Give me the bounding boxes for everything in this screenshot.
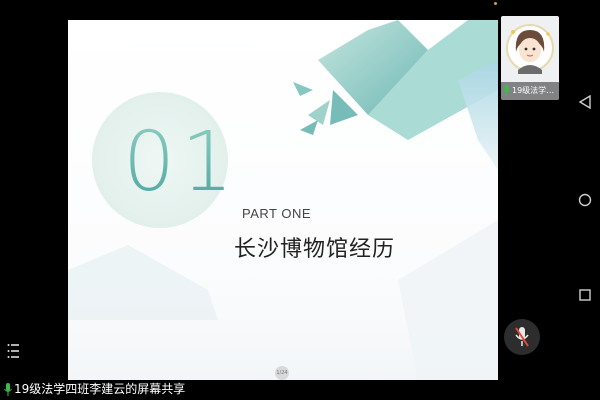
android-nav-bar <box>570 0 600 400</box>
screen-share-label: 19级法学四班李建云的屏幕共享 <box>14 382 186 396</box>
home-circle-icon[interactable] <box>578 193 592 207</box>
microphone-icon <box>4 383 12 396</box>
page-indicator[interactable]: 1/24 <box>275 366 289 380</box>
hamburger-menu-icon[interactable] <box>7 343 19 359</box>
screen-share-status-bar: 19级法学四班李建云的屏幕共享 <box>0 379 600 400</box>
recording-dot <box>494 2 497 5</box>
part-label: PART ONE <box>242 206 312 221</box>
slide-title: 长沙博物馆经历 <box>234 237 396 262</box>
shared-slide: 01 PART ONE 长沙博物馆经历 1/24 <box>68 20 498 380</box>
back-triangle-icon[interactable] <box>578 95 592 109</box>
mute-microphone-button[interactable] <box>504 319 540 355</box>
recents-square-icon[interactable] <box>578 288 592 302</box>
participant-name: 19级法学… <box>512 86 555 95</box>
participant-video-tile[interactable]: 19级法学… <box>501 16 559 100</box>
avatar <box>506 24 554 74</box>
section-number: 01 <box>123 115 240 210</box>
microphone-muted-icon <box>515 327 529 347</box>
participant-name-bar: 19级法学… <box>501 82 559 100</box>
microphone-icon <box>503 85 510 96</box>
